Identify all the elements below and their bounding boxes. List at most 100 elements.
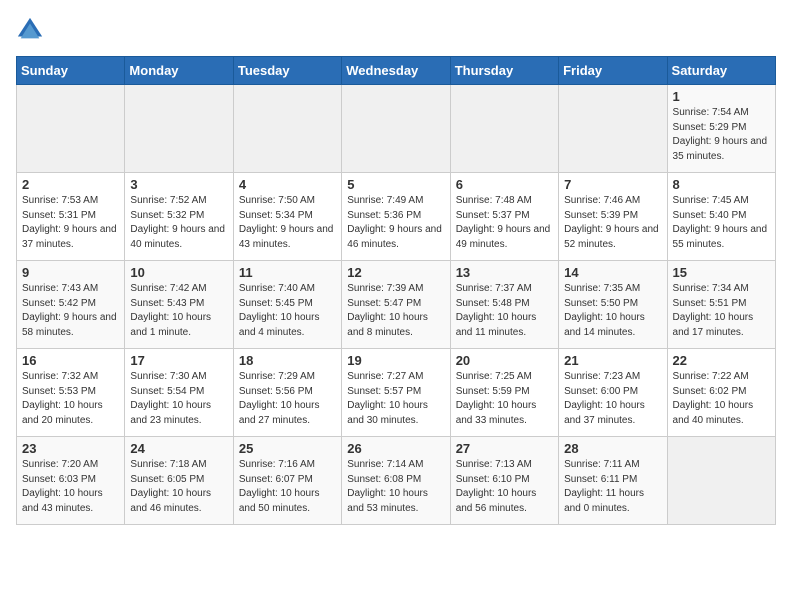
column-header-tuesday: Tuesday	[233, 57, 341, 85]
day-number: 18	[239, 353, 336, 368]
calendar-cell: 24 Sunrise: 7:18 AM Sunset: 6:05 PM Dayli…	[125, 437, 233, 525]
day-number: 23	[22, 441, 119, 456]
day-info: Sunrise: 7:11 AM Sunset: 6:11 PM Dayligh…	[564, 458, 661, 516]
day-number: 24	[130, 441, 227, 456]
day-info: Sunrise: 7:37 AM Sunset: 5:48 PM Dayligh…	[456, 282, 553, 340]
calendar-cell	[233, 85, 341, 173]
day-number: 20	[456, 353, 553, 368]
week-row-3: 9Sunrise: 7:43 AM Sunset: 5:42 PM Daylig…	[17, 261, 776, 349]
day-number: 28	[564, 441, 661, 456]
column-header-monday: Monday	[125, 57, 233, 85]
calendar-cell: 2Sunrise: 7:53 AM Sunset: 5:31 PM Daylig…	[17, 173, 125, 261]
calendar-cell: 4 Sunrise: 7:50 AM Sunset: 5:34 PM Daylig…	[233, 173, 341, 261]
calendar-cell: 20 Sunrise: 7:25 AM Sunset: 5:59 PM Dayli…	[450, 349, 558, 437]
column-header-sunday: Sunday	[17, 57, 125, 85]
day-number: 4	[239, 177, 336, 192]
day-info: Sunrise: 7:13 AM Sunset: 6:10 PM Dayligh…	[456, 458, 553, 516]
day-number: 14	[564, 265, 661, 280]
day-number: 22	[673, 353, 770, 368]
column-header-saturday: Saturday	[667, 57, 775, 85]
day-number: 15	[673, 265, 770, 280]
header	[16, 16, 776, 44]
calendar-cell: 12Sunrise: 7:39 AM Sunset: 5:47 PM Dayli…	[342, 261, 450, 349]
day-info: Sunrise: 7:20 AM Sunset: 6:03 PM Dayligh…	[22, 458, 119, 516]
calendar-cell: 3 Sunrise: 7:52 AM Sunset: 5:32 PM Daylig…	[125, 173, 233, 261]
day-info: Sunrise: 7:18 AM Sunset: 6:05 PM Dayligh…	[130, 458, 227, 516]
calendar-cell	[125, 85, 233, 173]
day-info: Sunrise: 7:27 AM Sunset: 5:57 PM Dayligh…	[347, 370, 444, 428]
day-info: Sunrise: 7:35 AM Sunset: 5:50 PM Dayligh…	[564, 282, 661, 340]
calendar-cell: 10 Sunrise: 7:42 AM Sunset: 5:43 PM Dayli…	[125, 261, 233, 349]
day-info: Sunrise: 7:46 AM Sunset: 5:39 PM Dayligh…	[564, 194, 661, 252]
day-number: 19	[347, 353, 444, 368]
column-header-friday: Friday	[559, 57, 667, 85]
day-number: 1	[673, 89, 770, 104]
calendar-cell: 14 Sunrise: 7:35 AM Sunset: 5:50 PM Dayli…	[559, 261, 667, 349]
calendar-cell	[342, 85, 450, 173]
day-number: 27	[456, 441, 553, 456]
day-info: Sunrise: 7:52 AM Sunset: 5:32 PM Dayligh…	[130, 194, 227, 252]
calendar-cell: 19 Sunrise: 7:27 AM Sunset: 5:57 PM Dayli…	[342, 349, 450, 437]
day-info: Sunrise: 7:45 AM Sunset: 5:40 PM Dayligh…	[673, 194, 770, 252]
calendar-cell: 25Sunrise: 7:16 AM Sunset: 6:07 PM Dayli…	[233, 437, 341, 525]
calendar-cell: 18 Sunrise: 7:29 AM Sunset: 5:56 PM Dayli…	[233, 349, 341, 437]
day-info: Sunrise: 7:32 AM Sunset: 5:53 PM Dayligh…	[22, 370, 119, 428]
day-number: 7	[564, 177, 661, 192]
day-number: 21	[564, 353, 661, 368]
column-header-thursday: Thursday	[450, 57, 558, 85]
calendar-cell	[17, 85, 125, 173]
day-info: Sunrise: 7:54 AM Sunset: 5:29 PM Dayligh…	[673, 106, 770, 164]
calendar-cell: 15 Sunrise: 7:34 AM Sunset: 5:51 PM Dayli…	[667, 261, 775, 349]
calendar-cell: 16 Sunrise: 7:32 AM Sunset: 5:53 PM Dayli…	[17, 349, 125, 437]
calendar-cell: 27 Sunrise: 7:13 AM Sunset: 6:10 PM Dayli…	[450, 437, 558, 525]
calendar-cell: 6 Sunrise: 7:48 AM Sunset: 5:37 PM Daylig…	[450, 173, 558, 261]
calendar-cell	[667, 437, 775, 525]
day-info: Sunrise: 7:29 AM Sunset: 5:56 PM Dayligh…	[239, 370, 336, 428]
day-number: 11	[239, 265, 336, 280]
calendar-cell: 28 Sunrise: 7:11 AM Sunset: 6:11 PM Dayli…	[559, 437, 667, 525]
day-info: Sunrise: 7:34 AM Sunset: 5:51 PM Dayligh…	[673, 282, 770, 340]
day-number: 12	[347, 265, 444, 280]
week-row-1: 1 Sunrise: 7:54 AM Sunset: 5:29 PM Daylig…	[17, 85, 776, 173]
calendar-cell: 8 Sunrise: 7:45 AM Sunset: 5:40 PM Daylig…	[667, 173, 775, 261]
day-info: Sunrise: 7:14 AM Sunset: 6:08 PM Dayligh…	[347, 458, 444, 516]
logo-icon	[16, 16, 44, 44]
calendar-cell: 1 Sunrise: 7:54 AM Sunset: 5:29 PM Daylig…	[667, 85, 775, 173]
calendar-cell: 23 Sunrise: 7:20 AM Sunset: 6:03 PM Dayli…	[17, 437, 125, 525]
day-info: Sunrise: 7:40 AM Sunset: 5:45 PM Dayligh…	[239, 282, 336, 340]
day-header-row: SundayMondayTuesdayWednesdayThursdayFrid…	[17, 57, 776, 85]
day-number: 3	[130, 177, 227, 192]
day-number: 17	[130, 353, 227, 368]
calendar-cell: 5 Sunrise: 7:49 AM Sunset: 5:36 PM Daylig…	[342, 173, 450, 261]
week-row-4: 16 Sunrise: 7:32 AM Sunset: 5:53 PM Dayli…	[17, 349, 776, 437]
day-info: Sunrise: 7:23 AM Sunset: 6:00 PM Dayligh…	[564, 370, 661, 428]
day-info: Sunrise: 7:50 AM Sunset: 5:34 PM Dayligh…	[239, 194, 336, 252]
day-number: 10	[130, 265, 227, 280]
day-info: Sunrise: 7:49 AM Sunset: 5:36 PM Dayligh…	[347, 194, 444, 252]
calendar-cell: 13 Sunrise: 7:37 AM Sunset: 5:48 PM Dayli…	[450, 261, 558, 349]
day-info: Sunrise: 7:30 AM Sunset: 5:54 PM Dayligh…	[130, 370, 227, 428]
logo	[16, 16, 48, 44]
calendar-cell	[559, 85, 667, 173]
calendar-table: SundayMondayTuesdayWednesdayThursdayFrid…	[16, 56, 776, 525]
day-number: 8	[673, 177, 770, 192]
calendar-cell: 21 Sunrise: 7:23 AM Sunset: 6:00 PM Dayli…	[559, 349, 667, 437]
day-number: 13	[456, 265, 553, 280]
day-number: 5	[347, 177, 444, 192]
calendar-cell: 9Sunrise: 7:43 AM Sunset: 5:42 PM Daylig…	[17, 261, 125, 349]
calendar-cell	[450, 85, 558, 173]
day-number: 16	[22, 353, 119, 368]
day-info: Sunrise: 7:25 AM Sunset: 5:59 PM Dayligh…	[456, 370, 553, 428]
calendar-cell: 11 Sunrise: 7:40 AM Sunset: 5:45 PM Dayli…	[233, 261, 341, 349]
day-info: Sunrise: 7:48 AM Sunset: 5:37 PM Dayligh…	[456, 194, 553, 252]
day-number: 26	[347, 441, 444, 456]
day-number: 6	[456, 177, 553, 192]
calendar-cell: 7 Sunrise: 7:46 AM Sunset: 5:39 PM Daylig…	[559, 173, 667, 261]
day-info: Sunrise: 7:42 AM Sunset: 5:43 PM Dayligh…	[130, 282, 227, 340]
day-number: 25	[239, 441, 336, 456]
day-number: 2	[22, 177, 119, 192]
calendar-cell: 26 Sunrise: 7:14 AM Sunset: 6:08 PM Dayli…	[342, 437, 450, 525]
calendar-cell: 17 Sunrise: 7:30 AM Sunset: 5:54 PM Dayli…	[125, 349, 233, 437]
calendar-header: SundayMondayTuesdayWednesdayThursdayFrid…	[17, 57, 776, 85]
week-row-2: 2Sunrise: 7:53 AM Sunset: 5:31 PM Daylig…	[17, 173, 776, 261]
